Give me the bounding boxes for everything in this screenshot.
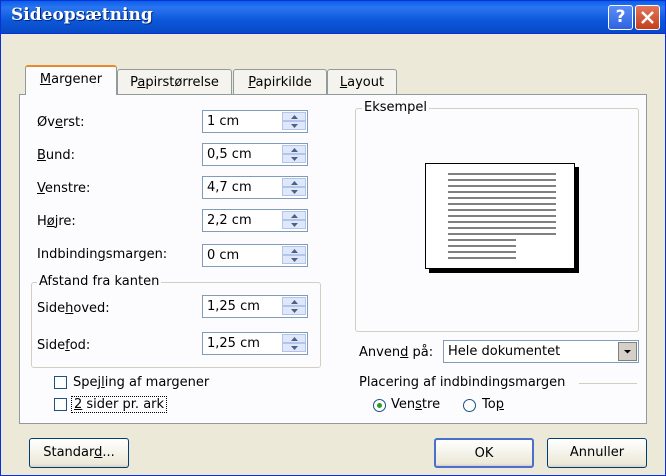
standard-button[interactable]: Standard... <box>29 438 129 468</box>
label-bund: Bund: <box>37 148 76 163</box>
spin-down-button[interactable] <box>282 306 306 315</box>
afstand-title: Afstand fra kanten <box>37 274 162 289</box>
arrow-down-icon <box>291 124 298 128</box>
spejling-label[interactable]: Spejling af margener <box>73 375 209 390</box>
hojre-spinner[interactable]: 2,2 cm <box>202 209 308 232</box>
venstre-radio-label[interactable]: Venstre <box>391 397 440 412</box>
window-title: Sideopsætning <box>11 5 153 25</box>
venstre-value[interactable]: 4,7 cm <box>207 180 277 195</box>
spin-down-button[interactable] <box>282 121 306 130</box>
spin-up-button[interactable] <box>282 246 306 255</box>
label-indbindingsmargen: Indbindingsmargen: <box>37 247 168 262</box>
spejling-checkbox[interactable] <box>54 376 67 389</box>
spin-up-button[interactable] <box>282 178 306 187</box>
venstre-spinner[interactable]: 4,7 cm <box>202 176 308 199</box>
hojre-value[interactable]: 2,2 cm <box>207 213 277 228</box>
anvend-select[interactable]: Hele dokumentet <box>443 340 639 363</box>
ok-button[interactable]: OK <box>434 438 534 468</box>
page-setup-dialog: Sideopsætning ? Margener Papirstørrelse … <box>0 0 666 476</box>
preview-page <box>425 163 575 269</box>
label-overst: Øverst: <box>37 115 85 130</box>
cancel-button[interactable]: Annuller <box>547 438 647 468</box>
overst-value[interactable]: 1 cm <box>207 114 277 129</box>
tab-layout[interactable]: Layout <box>327 69 397 95</box>
sidehoved-spinner[interactable]: 1,25 cm <box>202 295 308 318</box>
sidefod-spinner[interactable]: 1,25 cm <box>202 332 308 355</box>
sidehoved-value[interactable]: 1,25 cm <box>207 299 277 314</box>
arrow-up-icon <box>291 115 298 119</box>
sidefod-value[interactable]: 1,25 cm <box>207 336 277 351</box>
arrow-up-icon <box>291 249 298 253</box>
venstre-radio[interactable] <box>373 399 386 412</box>
spin-down-button[interactable] <box>282 154 306 163</box>
anvend-value: Hele dokumentet <box>448 344 561 359</box>
spin-up-button[interactable] <box>282 145 306 154</box>
arrow-up-icon <box>291 181 298 185</box>
gutter-title: Placering af indbindingsmargen <box>359 375 566 390</box>
spin-up-button[interactable] <box>282 297 306 306</box>
chevron-down-icon <box>624 350 631 354</box>
arrow-up-icon <box>291 337 298 341</box>
spin-down-button[interactable] <box>282 255 306 264</box>
two-pages-checkbox[interactable] <box>54 398 67 411</box>
arrow-up-icon <box>291 214 298 218</box>
bund-spinner[interactable]: 0,5 cm <box>202 143 308 166</box>
eksempel-title: Eksempel <box>362 100 430 115</box>
gutter-divider <box>579 383 637 384</box>
arrow-down-icon <box>291 258 298 262</box>
arrow-down-icon <box>291 223 298 227</box>
bund-value[interactable]: 0,5 cm <box>207 147 277 162</box>
spin-down-button[interactable] <box>282 187 306 196</box>
tab-papirkilde[interactable]: Papirkilde <box>233 69 327 95</box>
arrow-up-icon <box>291 148 298 152</box>
spin-up-button[interactable] <box>282 112 306 121</box>
overst-spinner[interactable]: 1 cm <box>202 110 308 133</box>
tab-margener[interactable]: Margener <box>25 65 117 95</box>
help-icon: ? <box>615 7 626 27</box>
arrow-down-icon <box>291 157 298 161</box>
spin-up-button[interactable] <box>282 334 306 343</box>
indbindingsmargen-spinner[interactable]: 0 cm <box>202 244 308 267</box>
label-venstre: Venstre: <box>37 181 91 196</box>
label-sidefod: Sidefod: <box>37 338 91 353</box>
label-hojre: Højre: <box>37 214 76 229</box>
preview-text-lines <box>448 173 556 259</box>
top-radio[interactable] <box>463 399 476 412</box>
spin-up-button[interactable] <box>282 211 306 220</box>
tab-papirstorrelse[interactable]: Papirstørrelse <box>117 69 232 95</box>
indbindingsmargen-value[interactable]: 0 cm <box>207 248 277 263</box>
arrow-down-icon <box>291 309 298 313</box>
two-pages-label[interactable]: 2 sider pr. ark <box>71 396 168 413</box>
help-button[interactable]: ? <box>608 5 633 30</box>
arrow-down-icon <box>291 190 298 194</box>
arrow-up-icon <box>291 300 298 304</box>
spin-down-button[interactable] <box>282 220 306 229</box>
close-button[interactable] <box>635 5 660 30</box>
arrow-down-icon <box>291 346 298 350</box>
anvend-label: Anvend på: <box>359 345 434 360</box>
spin-down-button[interactable] <box>282 343 306 352</box>
dropdown-button[interactable] <box>618 342 637 361</box>
title-bar[interactable]: Sideopsætning ? <box>1 1 665 34</box>
close-icon <box>641 11 654 24</box>
top-radio-label[interactable]: Top <box>482 397 504 412</box>
label-sidehoved: Sidehoved: <box>37 301 110 316</box>
